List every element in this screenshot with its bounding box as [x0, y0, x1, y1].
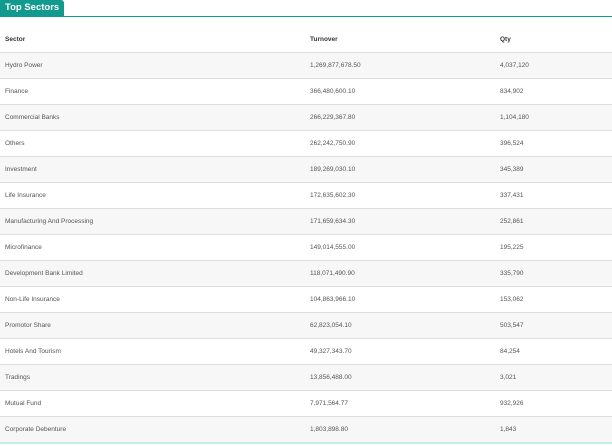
header-row: Sector Turnover Qty [0, 26, 612, 53]
cell-turnover: 149,014,555.00 [305, 234, 495, 261]
cell-sector: Hydro Power [0, 52, 305, 79]
cell-qty: 1,843 [495, 416, 612, 444]
cell-sector: Non-Life Insurance [0, 286, 305, 313]
tab-bar: Top Sectors [0, 0, 612, 17]
table-row[interactable]: Corporate Debenture 1,803,898.80 1,843 [0, 416, 612, 444]
table-header: Sector Turnover Qty [0, 26, 612, 53]
column-header-qty[interactable]: Qty [495, 26, 612, 53]
table-row[interactable]: Development Bank Limited 118,071,490.90 33… [0, 260, 612, 287]
cell-qty: 337,431 [495, 182, 612, 209]
table-row[interactable]: Manufacturing And Processing 171,659,634.… [0, 208, 612, 235]
cell-turnover: 262,242,750.90 [305, 130, 495, 157]
cell-sector: Finance [0, 78, 305, 105]
cell-turnover: 104,863,966.10 [305, 286, 495, 313]
cell-turnover: 1,803,898.80 [305, 416, 495, 444]
table-row[interactable]: Tradings 13,856,488.00 3,021 [0, 364, 612, 391]
cell-qty: 1,104,180 [495, 104, 612, 131]
cell-qty: 252,861 [495, 208, 612, 235]
cell-sector: Commercial Banks [0, 104, 305, 131]
cell-sector: Microfinance [0, 234, 305, 261]
cell-qty: 3,021 [495, 364, 612, 391]
cell-qty: 503,547 [495, 312, 612, 339]
table-row[interactable]: Promotor Share 62,823,054.10 503,547 [0, 312, 612, 339]
cell-sector: Tradings [0, 364, 305, 391]
table-row[interactable]: Microfinance 149,014,555.00 195,225 [0, 234, 612, 261]
table-body: Hydro Power 1,269,877,678.50 4,037,120 Fina… [0, 52, 612, 444]
cell-qty: 335,790 [495, 260, 612, 287]
column-header-turnover[interactable]: Turnover [305, 26, 495, 53]
cell-qty: 195,225 [495, 234, 612, 261]
cell-sector: Mutual Fund [0, 390, 305, 417]
cell-sector: Others [0, 130, 305, 157]
cell-turnover: 171,659,634.30 [305, 208, 495, 235]
column-header-sector[interactable]: Sector [0, 26, 305, 53]
table-row[interactable]: Non-Life Insurance 104,863,966.10 153,062 [0, 286, 612, 313]
cell-turnover: 7,971,564.77 [305, 390, 495, 417]
cell-qty: 396,524 [495, 130, 612, 157]
table-row[interactable]: Commercial Banks 266,229,367.80 1,104,180 [0, 104, 612, 131]
cell-sector: Hotels And Tourism [0, 338, 305, 365]
cell-sector: Corporate Debenture [0, 416, 305, 444]
table-row[interactable]: Others 262,242,750.90 396,524 [0, 130, 612, 157]
table-row[interactable]: Investment 189,269,030.10 345,389 [0, 156, 612, 183]
table-row[interactable]: Mutual Fund 7,971,564.77 932,926 [0, 390, 612, 417]
table-row[interactable]: Life Insurance 172,635,602.30 337,431 [0, 182, 612, 209]
cell-turnover: 62,823,054.10 [305, 312, 495, 339]
cell-sector: Life Insurance [0, 182, 305, 209]
table-row[interactable]: Hydro Power 1,269,877,678.50 4,037,120 [0, 52, 612, 79]
cell-turnover: 366,480,600.10 [305, 78, 495, 105]
cell-qty: 84,254 [495, 338, 612, 365]
cell-sector: Development Bank Limited [0, 260, 305, 287]
tab-top-sectors[interactable]: Top Sectors [0, 0, 65, 16]
cell-qty: 4,037,120 [495, 52, 612, 79]
cell-turnover: 189,269,030.10 [305, 156, 495, 183]
cell-turnover: 49,327,343.70 [305, 338, 495, 365]
cell-turnover: 13,856,488.00 [305, 364, 495, 391]
cell-sector: Manufacturing And Processing [0, 208, 305, 235]
cell-qty: 932,926 [495, 390, 612, 417]
cell-qty: 153,062 [495, 286, 612, 313]
cell-sector: Investment [0, 156, 305, 183]
sectors-table: Sector Turnover Qty Hydro Power 1,269,877… [0, 26, 612, 444]
cell-turnover: 1,269,877,678.50 [305, 52, 495, 79]
cell-turnover: 172,635,602.30 [305, 182, 495, 209]
cell-qty: 834,902 [495, 78, 612, 105]
cell-turnover: 266,229,367.80 [305, 104, 495, 131]
table-row[interactable]: Finance 366,480,600.10 834,902 [0, 78, 612, 105]
cell-sector: Promotor Share [0, 312, 305, 339]
cell-turnover: 118,071,490.90 [305, 260, 495, 287]
cell-qty: 345,389 [495, 156, 612, 183]
table-row[interactable]: Hotels And Tourism 49,327,343.70 84,254 [0, 338, 612, 365]
top-sectors-panel: Top Sectors Sector Turnover Qty Hydro Po… [0, 0, 612, 446]
